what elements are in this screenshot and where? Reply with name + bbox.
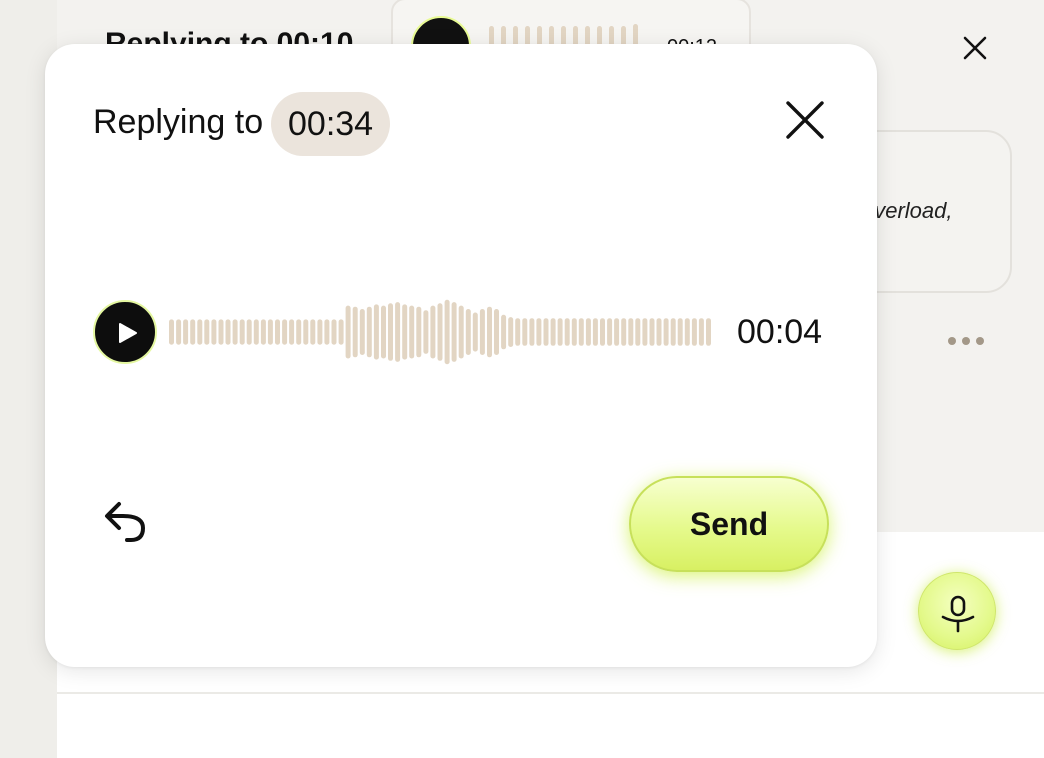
waveform-bar (416, 306, 422, 358)
waveform-bar (381, 305, 386, 359)
waveform-bar (359, 309, 365, 355)
waveform-bar (402, 304, 408, 360)
waveform-bar (494, 309, 499, 355)
waveform-bar (458, 305, 464, 359)
close-icon[interactable] (959, 32, 991, 64)
waveform-bar (331, 319, 337, 345)
waveform-bar (550, 318, 556, 346)
waveform-bar (635, 318, 641, 346)
waveform-bar (522, 318, 528, 346)
waveform-bar (232, 319, 238, 345)
waveform-bar (698, 318, 704, 346)
composer-divider (57, 692, 1044, 694)
waveform-bar (465, 309, 471, 355)
waveform-bar (649, 318, 655, 346)
waveform-bar (267, 319, 273, 345)
waveform-bar (564, 318, 570, 346)
waveform-bar (310, 319, 316, 345)
waveform-bar (592, 318, 598, 346)
waveform-bar (211, 319, 217, 345)
undo-icon[interactable] (97, 492, 153, 548)
waveform-bar (642, 318, 648, 346)
waveform-bar (260, 319, 266, 345)
waveform-bar (571, 318, 577, 346)
waveform-bar (338, 319, 344, 345)
play-button[interactable] (93, 300, 157, 364)
waveform-bar (430, 305, 436, 359)
waveform-bar (409, 305, 415, 359)
waveform-bar (317, 319, 323, 345)
waveform-bar (472, 312, 478, 352)
waveform-bar (225, 319, 231, 345)
waveform-bar (515, 318, 521, 346)
waveform-bar (684, 318, 690, 346)
waveform-bar (670, 318, 676, 346)
waveform-bar (345, 305, 351, 359)
waveform-bar (663, 318, 669, 346)
waveform-bar (169, 319, 174, 345)
audio-duration: 00:04 (737, 313, 823, 351)
reply-label: Replying to (93, 103, 264, 141)
waveform-bar (691, 318, 697, 346)
waveform-bar (614, 318, 620, 346)
waveform-bar (628, 318, 634, 346)
waveform-bar (324, 319, 330, 345)
waveform-bar (600, 318, 605, 346)
waveform-bar (557, 318, 563, 346)
waveform-bar (190, 319, 196, 345)
more-horizontal-icon[interactable] (944, 332, 988, 350)
waveform-bar (289, 319, 295, 345)
waveform-bar (373, 304, 379, 360)
audio-waveform[interactable] (169, 299, 711, 365)
waveform-bar (388, 303, 393, 361)
waveform-bar (395, 302, 401, 362)
reply-timestamp-chip: 00:34 (271, 92, 391, 156)
waveform-bar (303, 319, 309, 345)
waveform-bar (508, 317, 514, 347)
waveform-bar (501, 314, 507, 350)
waveform-bar (183, 319, 189, 345)
waveform-bar (437, 303, 443, 361)
waveform-bar (543, 318, 549, 346)
waveform-bar (176, 319, 182, 345)
waveform-bar (677, 318, 683, 346)
waveform-bar (585, 318, 591, 346)
waveform-bar (479, 309, 485, 355)
waveform-bar (204, 319, 210, 345)
waveform-bar (352, 306, 358, 358)
waveform-bar (239, 319, 245, 345)
waveform-bar (656, 318, 662, 346)
waveform-bar (706, 318, 711, 346)
waveform-bar (451, 302, 457, 362)
waveform-bar (253, 319, 259, 345)
send-button[interactable]: Send (629, 476, 829, 572)
reply-voice-modal: Replying to 00:34 00:04 Send (45, 44, 877, 667)
play-icon (119, 323, 137, 343)
waveform-bar (536, 318, 542, 346)
close-icon[interactable] (785, 100, 825, 140)
waveform-bar (578, 318, 584, 346)
microphone-icon (941, 595, 975, 633)
waveform-bar (246, 319, 252, 345)
waveform-bar (487, 306, 492, 358)
waveform-bar (444, 299, 450, 365)
waveform-bar (621, 318, 627, 346)
waveform-bar (296, 319, 302, 345)
waveform-bar (529, 318, 535, 346)
waveform-bar (607, 318, 613, 346)
microphone-button[interactable] (918, 572, 996, 650)
waveform-bar (282, 319, 288, 345)
waveform-bar (197, 319, 203, 345)
waveform-bar (423, 310, 429, 354)
waveform-bar (218, 319, 224, 345)
waveform-bar (275, 319, 280, 345)
waveform-bar (366, 306, 372, 358)
